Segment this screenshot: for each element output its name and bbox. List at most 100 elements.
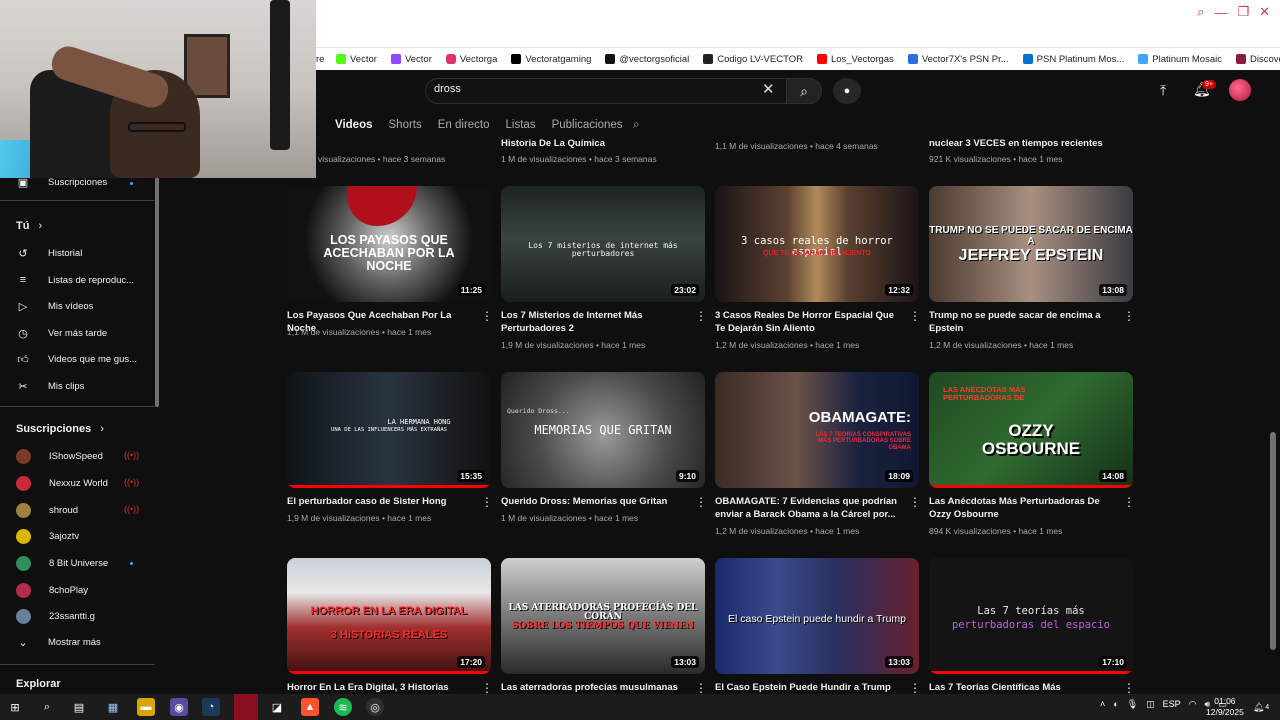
tab-shorts[interactable]: Shorts — [389, 119, 422, 131]
more-options-icon[interactable]: ⋮ — [695, 681, 707, 695]
sidebar-item-clips[interactable]: ✂ Mis clips — [16, 380, 84, 393]
more-options-icon[interactable]: ⋮ — [1123, 495, 1135, 509]
more-options-icon[interactable]: ⋮ — [695, 309, 707, 323]
more-options-icon[interactable]: ⋮ — [481, 495, 493, 509]
tray-language[interactable]: ESP — [1163, 699, 1181, 710]
video-title[interactable]: Las aterradoras profecías musulmanas — [501, 681, 687, 694]
more-options-icon[interactable]: ⋮ — [1123, 681, 1135, 695]
more-options-icon[interactable]: ⋮ — [1123, 309, 1135, 323]
sidebar-channel[interactable]: Nexxuz World — [16, 476, 108, 491]
close-icon[interactable]: ✕ — [1259, 4, 1270, 20]
channel-search-icon[interactable]: ⌕ — [633, 117, 640, 132]
video-title[interactable]: 3 Casos Reales De Horror Espacial Que Te… — [715, 309, 901, 335]
upload-icon[interactable]: ⤒ — [1160, 82, 1166, 99]
tray-app-icon[interactable]: ◐ — [1113, 699, 1118, 710]
video-title[interactable]: Querido Dross: Memorias que Gritan — [501, 495, 687, 508]
tab-posts[interactable]: Publicaciones — [552, 119, 623, 131]
video-thumbnail[interactable]: El caso Epstein puede hundir a Trump 13:… — [715, 558, 919, 674]
sidebar-you-header[interactable]: Tú › — [16, 220, 42, 232]
sidebar-channel[interactable]: 23ssantti.g — [16, 609, 95, 624]
sidebar-item-liked[interactable]: 👍︎ Videos que me gus... — [16, 353, 137, 366]
sidebar-item-watch-later[interactable]: ◷ Ver más tarde — [16, 327, 107, 340]
video-thumbnail[interactable]: Querido Dross... MEMORIAS QUE GRITAN 9:1… — [501, 372, 705, 488]
sidebar-scrollbar[interactable] — [155, 175, 159, 407]
bookmark-item[interactable]: Platinum Mosaic — [1138, 54, 1222, 65]
video-thumbnail[interactable]: 3 casos reales de horror espacial QUE TE… — [715, 186, 919, 302]
tray-wifi-icon[interactable]: ◠ — [1189, 699, 1197, 710]
video-thumbnail[interactable]: Las 7 teorías más perturbadoras del espa… — [929, 558, 1133, 674]
more-options-icon[interactable]: ⋮ — [481, 309, 493, 323]
more-options-icon[interactable]: ⋮ — [695, 495, 707, 509]
sidebar-channel[interactable]: 8 Bit Universe — [16, 556, 108, 571]
bookmark-item[interactable]: @vectorgsoficial — [605, 54, 689, 65]
tab-live[interactable]: En directo — [438, 119, 490, 131]
video-thumbnail[interactable]: HORROR EN LA ERA DIGITAL 3 HISTORIAS REA… — [287, 558, 491, 674]
video-thumbnail[interactable]: LAS ATERRADORAS PROFECÍAS DEL CORÁN SOBR… — [501, 558, 705, 674]
red-app-icon[interactable] — [234, 694, 258, 720]
tab-videos[interactable]: Videos — [335, 119, 373, 131]
sidebar-item-history[interactable]: ↺ Historial — [16, 247, 82, 260]
tray-mic-icon[interactable]: 🎙︎ — [1127, 699, 1138, 710]
browser-app-icon[interactable]: ◉ — [170, 698, 188, 716]
bookmark-item[interactable]: Vector — [390, 54, 432, 65]
sidebar-channel[interactable]: IShowSpeed — [16, 449, 103, 464]
sidebar-show-more[interactable]: ⌄ Mostrar más — [16, 636, 100, 649]
video-thumbnail[interactable]: LA HERMANA HONG UNA DE LAS INFLUENCERS M… — [287, 372, 491, 488]
sidebar-channel[interactable]: 3ajoztv — [16, 529, 79, 544]
bookmark-item[interactable]: Discover Games -... — [1235, 54, 1280, 65]
taskbar-clock[interactable]: 01:06 12/9/2025 — [1206, 696, 1244, 718]
video-title[interactable]: Historia De La Química — [501, 137, 687, 150]
steam-app-icon[interactable]: ◔ — [202, 698, 220, 716]
video-thumbnail[interactable]: LAS ANÉCDOTAS MÁS PERTURBADORAS DE OZZY … — [929, 372, 1133, 488]
sidebar-item-my-videos[interactable]: ▷ Mis vídeos — [16, 300, 94, 313]
search-button[interactable]: ⌕ — [786, 78, 822, 104]
video-title[interactable]: Las Anécdotas Más Perturbadoras De Ozzy … — [929, 495, 1115, 521]
clear-search-icon[interactable]: ✕ — [762, 80, 775, 98]
video-title[interactable]: Trump no se puede sacar de encima a Epst… — [929, 309, 1115, 335]
bookmark-item[interactable]: Vectoratgaming — [511, 54, 591, 65]
video-title[interactable]: Los 7 Misterios de Internet Más Perturba… — [501, 309, 687, 335]
video-title[interactable]: El perturbador caso de Sister Hong — [287, 495, 473, 508]
taskbar-search-icon[interactable]: ⌕ — [38, 698, 56, 716]
more-options-icon[interactable]: ⋮ — [481, 681, 493, 695]
bookmark-item[interactable]: Vector7X's PSN Pr... — [907, 54, 1009, 65]
video-thumbnail[interactable]: TRUMP NO SE PUEDE SACAR DE ENCIMA A JEFF… — [929, 186, 1133, 302]
more-options-icon[interactable]: ⋮ — [909, 309, 921, 323]
bookmark-item[interactable]: Los_Vectorgas — [816, 54, 894, 65]
tray-chevron-icon[interactable]: ˄ — [1100, 699, 1105, 710]
explorer-app-icon[interactable]: ▦ — [104, 698, 122, 716]
video-thumbnail[interactable]: LOS PAYASOS QUE ACECHABAN POR LA NOCHE 1… — [287, 186, 491, 302]
account-avatar[interactable] — [1229, 79, 1251, 101]
spotify-app-icon[interactable]: ≋ — [334, 698, 352, 716]
video-title[interactable]: El Caso Epstein Puede Hundir a Trump — [715, 681, 901, 694]
sidebar-item-playlists[interactable]: ≡ Listas de reproduc... — [16, 274, 134, 286]
video-thumbnail[interactable]: Los 7 misterios de internet más perturba… — [501, 186, 705, 302]
more-options-icon[interactable]: ⋮ — [909, 495, 921, 509]
page-scrollbar[interactable] — [1270, 432, 1276, 650]
restore-icon[interactable]: ❐ — [1237, 4, 1249, 20]
search-input[interactable] — [425, 78, 787, 104]
obs-app-icon[interactable]: ◎ — [366, 698, 384, 716]
search-tabs-icon[interactable]: ⌕ — [1197, 4, 1204, 20]
bookmark-item[interactable]: Vectorga — [445, 54, 497, 65]
video-title[interactable]: nuclear 3 VECES en tiempos recientes — [929, 137, 1115, 150]
sidebar-channel[interactable]: 8choPlay — [16, 583, 88, 598]
video-thumbnail[interactable]: OBAMAGATE: LAS 7 TEORÍAS CONSPIRATIVAS M… — [715, 372, 919, 488]
windows-start-icon[interactable]: ⊞ — [6, 698, 24, 716]
minimize-icon[interactable]: — — [1214, 5, 1227, 20]
notification-center-icon[interactable]: 🔔︎ 4 — [1252, 698, 1270, 716]
bookmark-item[interactable]: PSN Platinum Mos... — [1022, 54, 1124, 65]
tab-playlists[interactable]: Listas — [506, 119, 536, 131]
more-options-icon[interactable]: ⋮ — [909, 681, 921, 695]
tray-network-icon[interactable]: ◫ — [1146, 699, 1155, 710]
folder-app-icon[interactable]: ▬ — [137, 698, 155, 716]
terminal-app-icon[interactable]: ◪ — [268, 698, 286, 716]
sidebar-channel[interactable]: shroud — [16, 503, 78, 518]
bookmark-item[interactable]: Codigo LV-VECTOR — [703, 54, 803, 65]
video-title[interactable]: OBAMAGATE: 7 Evidencias que podrían envi… — [715, 495, 901, 521]
brave-app-icon[interactable]: ▲ — [301, 698, 319, 716]
sidebar-subscriptions-header[interactable]: Suscripciones › — [16, 423, 104, 435]
voice-search-button[interactable]: ● — [833, 78, 861, 104]
bookmark-item[interactable]: Vector — [336, 54, 377, 65]
task-view-icon[interactable]: ▤ — [70, 698, 88, 716]
